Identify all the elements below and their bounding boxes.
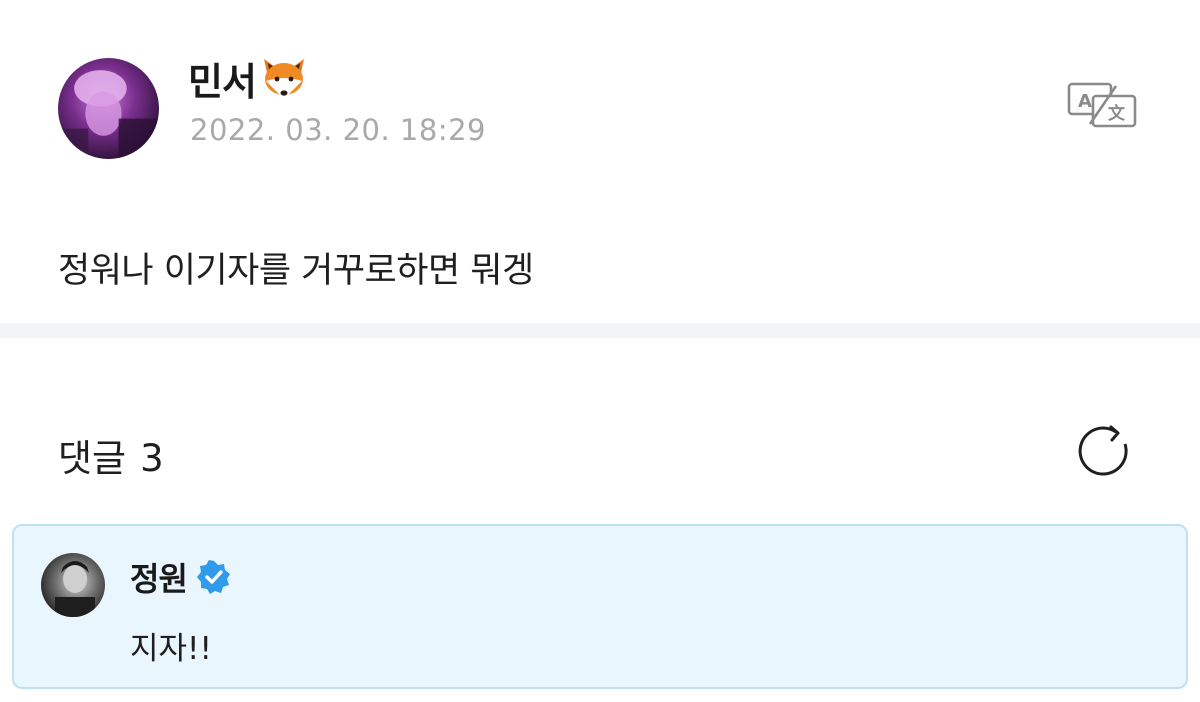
refresh-comments-button[interactable] [1074,424,1132,476]
post-timestamp: 2022. 03. 20. 18:29 [190,113,486,147]
comments-label: 댓글 [58,437,127,480]
comment-avatar-image [41,553,105,617]
post-page: 민서 2022. 03. 20. 18:29 A 文 정워나 이기자를 거꾸로하… [0,0,1200,702]
post-content: 정워나 이기자를 거꾸로하면 뭐겡 [58,251,534,291]
comment-item[interactable]: 정원 지자!! [12,524,1188,689]
comment-author-name[interactable]: 정원 [130,554,188,600]
svg-text:A: A [1078,91,1092,112]
author-avatar-image [58,58,159,159]
svg-text:文: 文 [1108,103,1126,124]
comments-header: 댓글 3 [58,428,164,482]
fox-face-icon [263,59,304,99]
refresh-icon [1078,425,1128,476]
section-divider [0,323,1200,338]
comment-text: 지자!! [130,631,212,667]
translate-button[interactable]: A 文 [1066,80,1138,130]
author-row: 민서 [188,52,308,104]
translate-icon: A 文 [1067,82,1137,128]
comment-author-avatar[interactable] [41,553,105,617]
comments-count: 3 [140,437,164,480]
verified-badge-icon [196,560,230,594]
comment-author-row: 정원 [130,554,231,600]
author-avatar[interactable] [58,58,159,159]
author-name[interactable]: 민서 [188,51,257,106]
